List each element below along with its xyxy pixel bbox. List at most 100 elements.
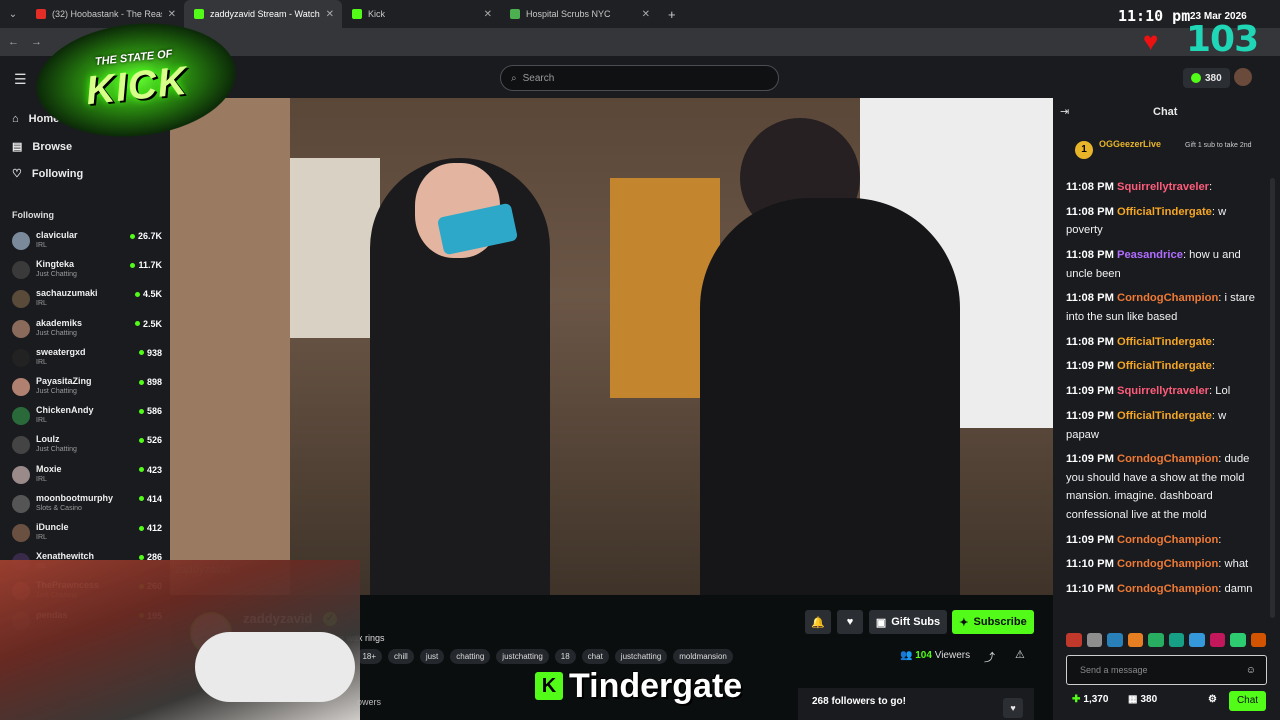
- avatar: [12, 524, 30, 542]
- gift-prompt[interactable]: Gift 1 sub to take 2nd: [1185, 141, 1265, 150]
- video-player[interactable]: zaddyzavid: [170, 98, 1053, 595]
- followers-label: owers: [357, 697, 382, 707]
- video-person: [700, 198, 960, 595]
- live-dot-icon: [138, 467, 144, 473]
- stream-tag[interactable]: just: [419, 649, 445, 664]
- chat-timestamp: 11:10 PM: [1066, 558, 1114, 571]
- stream-tag[interactable]: 18+: [356, 649, 383, 664]
- emote-icon[interactable]: [1230, 633, 1246, 647]
- stream-tag[interactable]: chat: [581, 649, 609, 664]
- browser-tab[interactable]: Kick ✕: [342, 0, 500, 28]
- subscribe-button[interactable]: ✦ Subscribe: [952, 610, 1034, 634]
- following-item[interactable]: akademiks Just Chatting 2.5K: [12, 318, 162, 347]
- chat-username[interactable]: CorndogChampion: [1117, 292, 1218, 304]
- chat-store[interactable]: ▦ 380: [1128, 694, 1157, 705]
- settings-icon[interactable]: ⚙: [1208, 694, 1217, 705]
- emoji-icon[interactable]: ☺: [1246, 665, 1256, 676]
- heart-icon: ♥: [1143, 26, 1159, 56]
- following-name: akademiks: [36, 317, 83, 328]
- emote-icon[interactable]: [1250, 633, 1266, 647]
- chat-username[interactable]: OfficialTindergate: [1117, 360, 1212, 372]
- following-item[interactable]: Loulz Just Chatting 526: [12, 434, 162, 463]
- following-item[interactable]: sachauzumaki IRL 4.5K: [12, 288, 162, 317]
- stream-tag[interactable]: moldmansion: [673, 649, 733, 664]
- following-heading: Following: [12, 210, 54, 220]
- close-tab-icon[interactable]: ✕: [326, 9, 334, 20]
- sidebar-item-following[interactable]: ♡ Following: [12, 167, 83, 181]
- sidebar-item-browse[interactable]: ▤ Browse: [12, 140, 72, 154]
- leaderboard-user[interactable]: OGGeezerLive: [1099, 139, 1161, 149]
- live-dot-icon: [130, 262, 136, 268]
- live-dot-icon: [134, 321, 140, 327]
- following-item[interactable]: clavicular IRL 26.7K: [12, 230, 162, 259]
- following-viewers: 586: [138, 406, 162, 416]
- notification-button[interactable]: 🔔: [805, 610, 831, 634]
- avatar: [12, 290, 30, 309]
- following-name: moonbootmurphy: [36, 492, 113, 503]
- following-category: Just Chatting: [36, 446, 77, 454]
- emote-icon[interactable]: [1107, 633, 1123, 647]
- chat-scrollbar[interactable]: [1270, 178, 1275, 618]
- chat-message: 11:08 PM OfficialTindergate: w poverty: [1066, 205, 1227, 237]
- stream-tag[interactable]: justchatting: [614, 649, 668, 664]
- forward-icon[interactable]: →: [31, 36, 42, 48]
- chat-username[interactable]: Peasandrice: [1117, 249, 1183, 261]
- home-icon: ⌂: [12, 113, 19, 125]
- chat-username[interactable]: CorndogChampion: [1117, 558, 1218, 570]
- following-item[interactable]: sweatergxd IRL 938: [12, 347, 162, 376]
- following-item[interactable]: iDuncle IRL 412: [12, 522, 162, 551]
- chat-username[interactable]: CorndogChampion: [1117, 534, 1218, 546]
- avatar: [12, 378, 30, 396]
- chat-points[interactable]: ✚ 1,370: [1072, 694, 1108, 705]
- chat-input[interactable]: Send a message ☺: [1066, 655, 1267, 685]
- chat-username[interactable]: CorndogChampion: [1117, 453, 1218, 465]
- emote-icon[interactable]: [1127, 633, 1143, 647]
- stream-tag[interactable]: justchatting: [496, 649, 549, 664]
- close-tab-icon[interactable]: ✕: [642, 9, 650, 20]
- chat-username[interactable]: OfficialTindergate: [1117, 336, 1212, 348]
- tab-list-icon[interactable]: ⌄: [0, 9, 26, 20]
- following-item[interactable]: Moxie IRL 423: [12, 464, 162, 493]
- new-tab-icon[interactable]: +: [668, 7, 676, 22]
- report-icon[interactable]: ⚠: [1015, 648, 1025, 661]
- search-input[interactable]: ⌕ Search: [500, 65, 779, 91]
- heart-icon[interactable]: ♥: [1003, 698, 1023, 718]
- back-icon[interactable]: ←: [8, 36, 19, 48]
- emote-icon[interactable]: [1189, 633, 1205, 647]
- points-badge[interactable]: 380: [1183, 68, 1230, 88]
- emote-icon[interactable]: [1086, 633, 1102, 647]
- stream-tag[interactable]: chatting: [450, 649, 491, 664]
- send-chat-button[interactable]: Chat: [1229, 691, 1266, 711]
- following-item[interactable]: ChickenAndy IRL 586: [12, 405, 162, 434]
- following-category: IRL: [36, 417, 47, 425]
- chat-message: 11:09 PM CorndogChampion: dude you shoul…: [1066, 453, 1250, 521]
- chat-username[interactable]: Squirrellytraveler: [1117, 385, 1209, 397]
- following-item[interactable]: moonbootmurphy Slots & Casino 414: [12, 493, 162, 522]
- following-viewers: 412: [138, 523, 162, 533]
- collapse-chat-icon[interactable]: ⇥: [1060, 105, 1069, 118]
- stream-tag[interactable]: 18: [554, 649, 576, 664]
- chat-username[interactable]: OfficialTindergate: [1117, 206, 1212, 218]
- emote-icon[interactable]: [1066, 633, 1082, 647]
- emote-icon[interactable]: [1168, 633, 1184, 647]
- avatar: [12, 494, 30, 513]
- browser-tab[interactable]: Hospital Scrubs NYC ✕: [500, 0, 658, 28]
- close-tab-icon[interactable]: ✕: [484, 9, 492, 20]
- following-item[interactable]: Kingteka Just Chatting 11.7K: [12, 259, 162, 288]
- kick-logo-icon: K: [535, 672, 563, 700]
- share-icon[interactable]: ⤴: [984, 649, 995, 665]
- following-item[interactable]: PayasitaZing Just Chatting 898: [12, 376, 162, 405]
- chat-timestamp: 11:09 PM: [1066, 360, 1114, 373]
- chat-username[interactable]: CorndogChampion: [1117, 583, 1218, 595]
- close-tab-icon[interactable]: ✕: [168, 9, 176, 20]
- emote-icon[interactable]: [1209, 633, 1225, 647]
- follow-button[interactable]: ♥: [837, 610, 863, 634]
- emote-icon[interactable]: [1148, 633, 1164, 647]
- chat-username[interactable]: Squirrellytraveler: [1117, 181, 1209, 193]
- menu-icon[interactable]: ☰: [14, 71, 27, 88]
- stream-tag[interactable]: chill: [388, 649, 414, 664]
- gift-subs-button[interactable]: ▣ Gift Subs: [869, 610, 947, 634]
- chat-username[interactable]: OfficialTindergate: [1117, 410, 1212, 422]
- browser-tab-active[interactable]: zaddyzavid Stream - Watch ✕: [184, 0, 342, 28]
- user-avatar[interactable]: [1234, 68, 1252, 86]
